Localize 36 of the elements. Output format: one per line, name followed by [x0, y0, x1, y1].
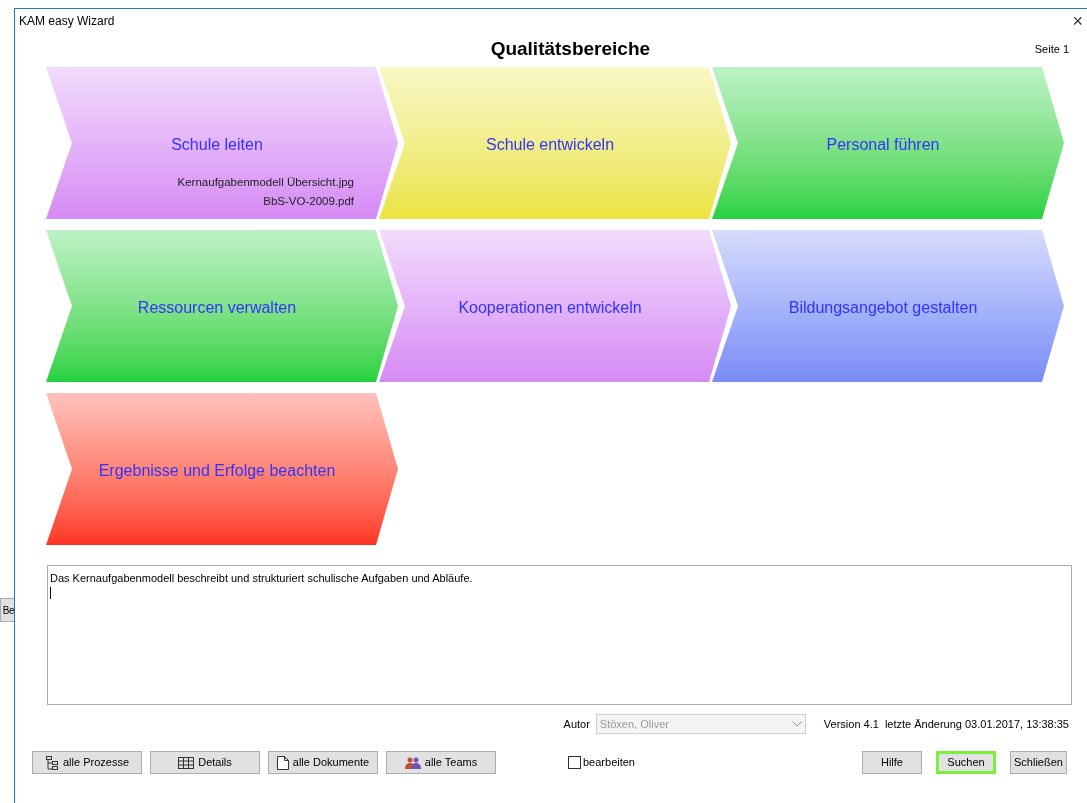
chevron-tile[interactable]: Kooperationen entwickeln	[379, 230, 731, 382]
background-button[interactable]: Be	[0, 598, 14, 622]
chevron-tile[interactable]: Ressourcen verwalten	[46, 230, 398, 382]
close-button[interactable]: ×	[1072, 12, 1083, 30]
page-number: Seite 1	[1034, 41, 1069, 57]
file-link[interactable]: Kernaufgabenmodell Übersicht.jpg	[177, 175, 354, 190]
toolbar-button[interactable]: alle Dokumente	[268, 751, 378, 774]
page-heading: Qualitätsbereiche	[489, 36, 652, 61]
chevron-tile[interactable]: Schule entwickeln	[379, 67, 731, 219]
dialog-button[interactable]: Schließen	[1010, 751, 1067, 774]
window-title: KAM easy Wizard	[19, 13, 115, 30]
toolbar-button[interactable]: alle Teams	[386, 751, 496, 774]
edit-checkbox[interactable]: bearbeiten	[568, 754, 635, 771]
area-title[interactable]: Bildungsangebot gestalten	[788, 296, 978, 320]
last-change-text: letzte Änderung 03.01.2017, 13:38:35	[884, 716, 1069, 732]
area-title[interactable]: Schule entwickeln	[485, 133, 615, 157]
toolbar-button[interactable]: Details	[150, 751, 260, 774]
chevron-tile[interactable]: Personal führen	[712, 67, 1064, 219]
author-label: Autor	[563, 716, 590, 732]
version-text: Version 4.1	[823, 716, 879, 732]
area-title[interactable]: Kooperationen entwickeln	[458, 296, 642, 320]
area-title[interactable]: Ressourcen verwalten	[137, 296, 297, 320]
chevron-down-icon	[791, 721, 802, 727]
file-link[interactable]: BbS-VO-2009.pdf	[263, 194, 354, 209]
toolbar-button[interactable]: alle Prozesse	[32, 751, 142, 774]
people-icon	[404, 756, 421, 769]
dialog-button[interactable]: Suchen	[936, 751, 996, 774]
area-title[interactable]: Schule leiten	[171, 133, 263, 157]
chevron-tile[interactable]: Bildungsangebot gestalten	[712, 230, 1064, 382]
description-textarea[interactable]: Das Kernaufgabenmodell beschreibt und strukturiert schulische Aufgaben und Abläufe.	[47, 565, 1072, 705]
document-icon	[276, 755, 289, 770]
chevron-tile[interactable]: Schule leiten Kernaufgabenmodell Übersicht.jpg BbS-VO-2009.pdf	[46, 67, 398, 219]
dialog-button[interactable]: Hilfe	[862, 751, 922, 774]
hierarchy-icon	[44, 755, 59, 770]
table-icon	[178, 756, 195, 769]
area-title[interactable]: Personal führen	[826, 133, 940, 157]
